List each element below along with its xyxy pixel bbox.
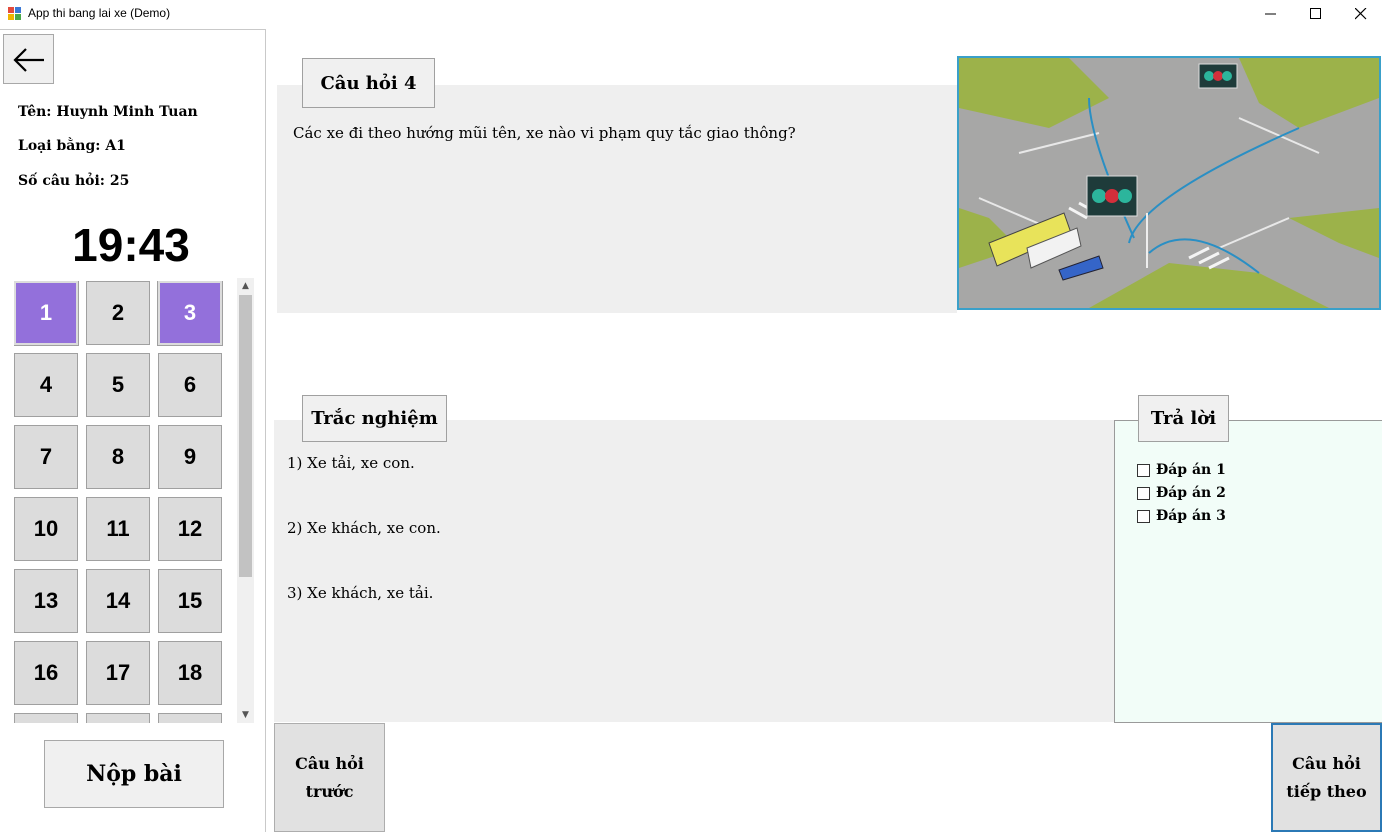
choices-title: Trắc nghiệm: [302, 395, 447, 442]
question-number-button[interactable]: 17: [86, 641, 150, 705]
answer-option-2[interactable]: Đáp án 2: [1137, 485, 1226, 501]
question-grid: 123456789101112131415161718192021: [14, 281, 226, 723]
next-question-button[interactable]: Câu hỏi tiếp theo: [1271, 723, 1382, 832]
answer-option-1[interactable]: Đáp án 1: [1137, 462, 1226, 478]
scroll-down-icon[interactable]: ▼: [237, 707, 254, 723]
student-name: Tên: Huynh Minh Tuan: [18, 104, 198, 120]
question-text: Các xe đi theo hướng mũi tên, xe nào vi …: [293, 124, 796, 142]
sidebar-panel: Tên: Huynh Minh Tuan Loại bằng: A1 Số câ…: [0, 29, 266, 832]
question-number-button[interactable]: 20: [86, 713, 150, 723]
title-bar: App thi bang lai xe (Demo): [0, 0, 1382, 28]
choice-item: 1) Xe tải, xe con.: [287, 454, 415, 472]
app-icon: [8, 7, 22, 21]
answer-option-label: Đáp án 3: [1156, 508, 1226, 524]
answer-option-label: Đáp án 1: [1156, 462, 1226, 478]
question-count: Số câu hỏi: 25: [18, 173, 130, 189]
choice-item: 2) Xe khách, xe con.: [287, 519, 441, 537]
question-number-button[interactable]: 3: [157, 281, 223, 346]
scroll-thumb[interactable]: [239, 295, 252, 577]
answer-option-3[interactable]: Đáp án 3: [1137, 508, 1226, 524]
question-number-button[interactable]: 21: [158, 713, 222, 723]
question-number-button[interactable]: 14: [86, 569, 150, 633]
back-button[interactable]: [3, 34, 54, 84]
window-title: App thi bang lai xe (Demo): [28, 6, 171, 20]
checkbox[interactable]: [1137, 463, 1150, 477]
maximize-icon: [1310, 8, 1321, 19]
scroll-up-icon[interactable]: ▲: [237, 278, 254, 294]
minimize-icon: [1265, 13, 1276, 15]
question-number-button[interactable]: 18: [158, 641, 222, 705]
choice-item: 3) Xe khách, xe tải.: [287, 584, 434, 602]
question-number-button[interactable]: 11: [86, 497, 150, 561]
checkbox[interactable]: [1137, 486, 1150, 500]
question-number-button[interactable]: 19: [14, 713, 78, 723]
close-icon: [1355, 8, 1367, 20]
question-number-button[interactable]: 1: [14, 281, 79, 346]
countdown-timer: 19:43: [72, 219, 190, 271]
question-title: Câu hỏi 4: [302, 58, 435, 108]
question-number-button[interactable]: 2: [86, 281, 150, 345]
question-number-button[interactable]: 16: [14, 641, 78, 705]
license-type: Loại bằng: A1: [18, 138, 126, 154]
previous-question-button[interactable]: Câu hỏi trước: [274, 723, 385, 832]
submit-button[interactable]: Nộp bài: [44, 740, 224, 808]
answer-option-label: Đáp án 2: [1156, 485, 1226, 501]
question-number-button[interactable]: 5: [86, 353, 150, 417]
question-image: [957, 56, 1381, 310]
question-number-button[interactable]: 7: [14, 425, 78, 489]
question-number-button[interactable]: 13: [14, 569, 78, 633]
question-number-button[interactable]: 6: [158, 353, 222, 417]
question-number-button[interactable]: 10: [14, 497, 78, 561]
question-number-button[interactable]: 4: [14, 353, 78, 417]
maximize-button[interactable]: [1293, 0, 1339, 28]
question-grid-scrollbar[interactable]: ▲ ▼: [237, 278, 254, 723]
close-button[interactable]: [1338, 0, 1382, 28]
question-number-button[interactable]: 12: [158, 497, 222, 561]
question-number-button[interactable]: 9: [158, 425, 222, 489]
minimize-button[interactable]: [1248, 0, 1294, 28]
answer-title: Trả lời: [1138, 395, 1229, 442]
checkbox[interactable]: [1137, 509, 1150, 523]
arrow-left-icon: [13, 48, 44, 72]
question-panel: [277, 85, 957, 313]
question-number-button[interactable]: 15: [158, 569, 222, 633]
question-number-button[interactable]: 8: [86, 425, 150, 489]
